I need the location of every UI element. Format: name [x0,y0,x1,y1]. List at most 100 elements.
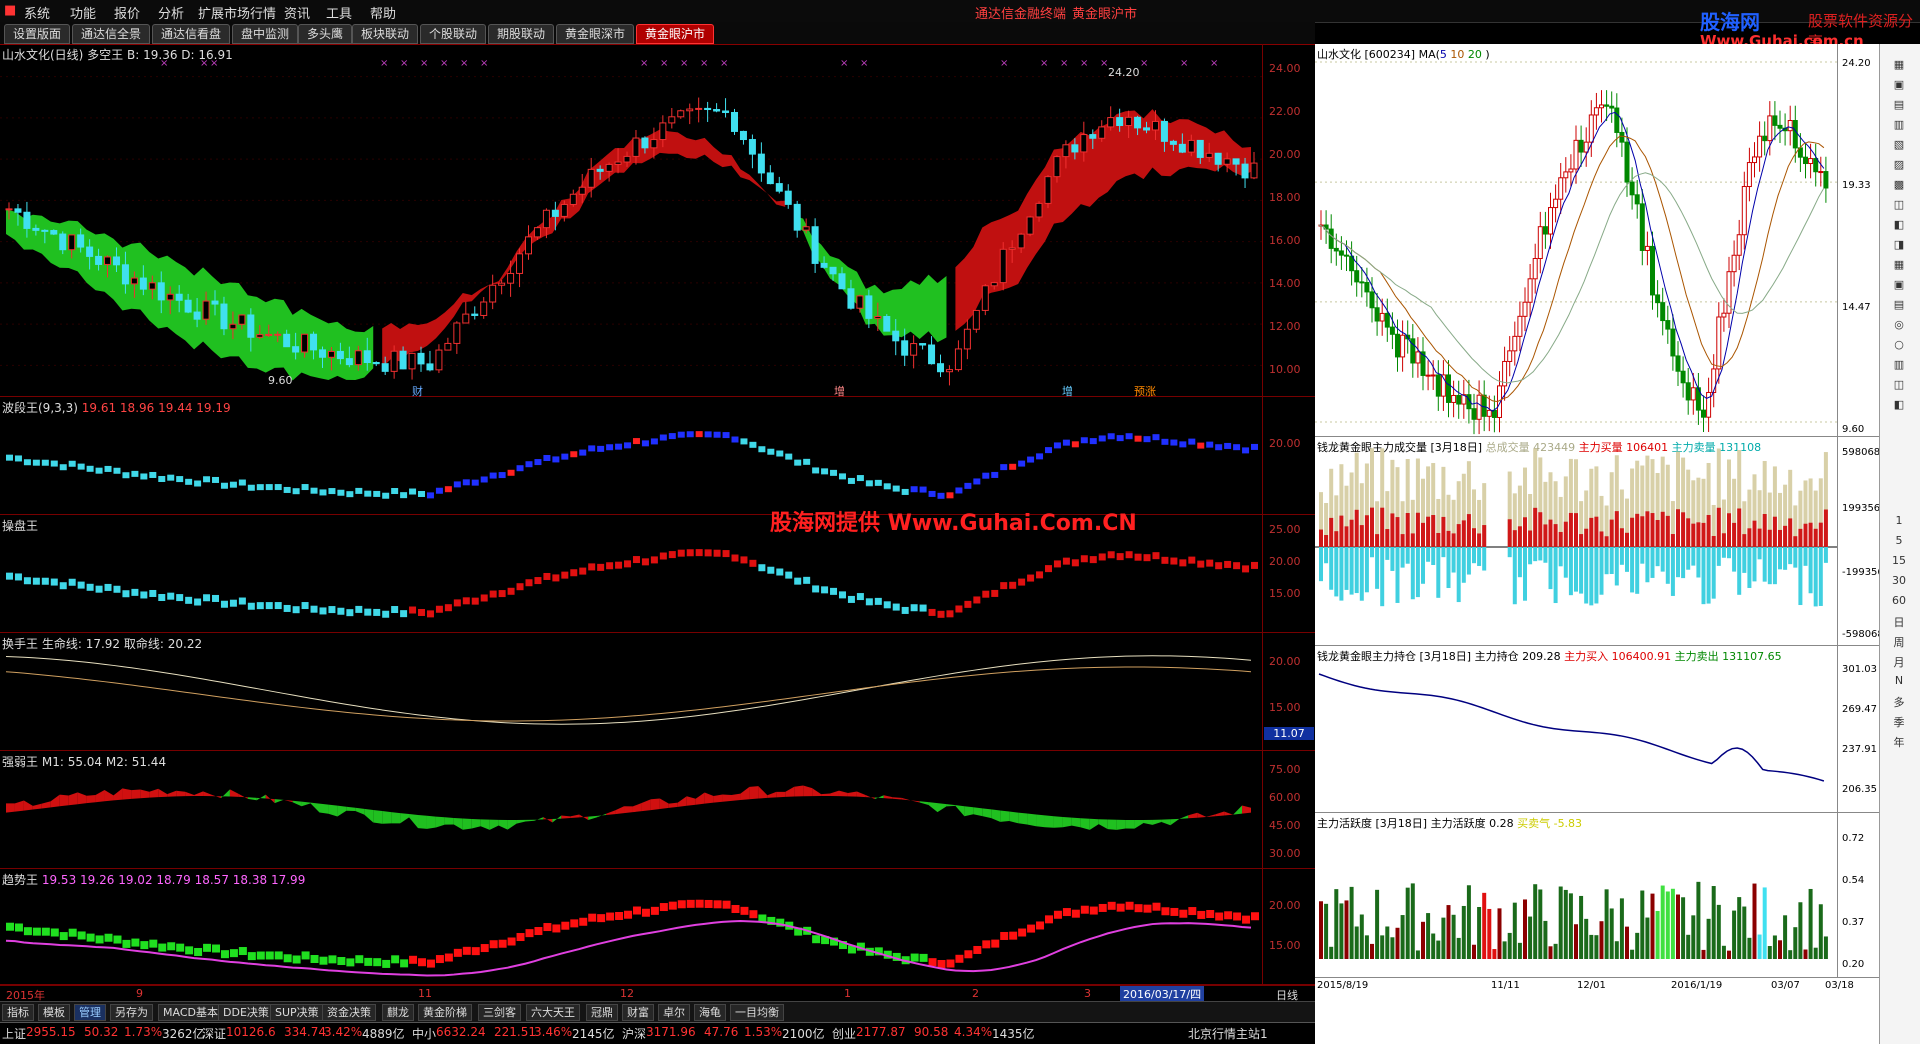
menu-analysis[interactable]: 分析 [158,3,184,22]
toolbar-icon[interactable]: ▩ [1888,178,1910,194]
indicator-block [6,572,13,580]
strength-ribbon [624,806,633,814]
period-button[interactable]: 年 [1888,734,1910,750]
tab-layout-settings[interactable]: 设置版面 [4,24,71,44]
period-button[interactable]: 日 [1888,614,1910,630]
main-kline-panel[interactable]: 山水文化(日线) 多空王 B: 19.36 D: 16.91 × × × × × × × × ×… [0,44,1262,398]
indicator-block [77,581,85,589]
candle-body [498,282,506,286]
menu-help[interactable]: 帮助 [370,3,396,22]
toolbar-icon[interactable]: ▦ [1888,258,1910,274]
indicator-tab[interactable]: 麒龙 [382,1004,414,1021]
axis-tick: 0.37 [1842,917,1865,928]
indicator-tab[interactable]: 卓尔 [658,1004,690,1021]
minute-period-button[interactable]: 5 [1888,534,1910,550]
period-button[interactable]: 月 [1888,654,1910,670]
period-button[interactable]: 周 [1888,634,1910,650]
toolbar-icon[interactable]: ◧ [1888,218,1910,234]
indicator-block [41,459,49,466]
candle-body [1143,127,1151,131]
menu-quote[interactable]: 报价 [114,3,140,22]
minute-period-button[interactable]: 1 [1888,514,1910,530]
index-change: 334.74 [284,1025,326,1039]
indicator-tab[interactable]: SUP决策 [270,1004,324,1021]
indicator-tab[interactable]: MACD基本 [158,1004,223,1021]
strength-ribbon [892,797,902,800]
menu-tools[interactable]: 工具 [326,3,352,22]
app-icon[interactable]: ■ [4,3,16,18]
strength-ribbon [1224,811,1234,816]
tab-golden-eye-sh[interactable]: 黄金眼沪市 [636,24,715,44]
activity-bar [1732,910,1737,959]
toolbar-icon[interactable]: ▤ [1888,98,1910,114]
server-status[interactable]: 北京行情主站1 [1188,1025,1268,1042]
toolbar-icon[interactable]: ▥ [1888,358,1910,374]
period-button[interactable]: 季 [1888,714,1910,730]
tab-bull-eagle[interactable]: 多头鹰 [298,24,353,44]
toolbar-icon[interactable]: ▦ [1888,58,1910,74]
trend-block [194,947,203,956]
period-button[interactable]: 多 [1888,694,1910,710]
menu-system[interactable]: 系统 [24,3,50,22]
indicator-tab[interactable]: 指标 [2,1004,34,1021]
minute-period-button[interactable]: 60 [1888,594,1910,610]
menu-function[interactable]: 功能 [70,3,96,22]
menu-extended-market[interactable]: 扩展市场行情 [198,3,276,22]
indicator-block [1143,436,1151,443]
tab-golden-eye-sz[interactable]: 黄金眼深市 [556,24,635,44]
tab-stock-link[interactable]: 个股联动 [420,24,487,44]
tab-sector-link[interactable]: 板块联动 [352,24,419,44]
toolbar-icon[interactable]: ◫ [1888,198,1910,214]
toolbar-icon[interactable]: ◫ [1888,378,1910,394]
toolbar-icon[interactable]: ▥ [1888,118,1910,134]
period-button[interactable]: N [1888,674,1910,690]
qiangruo-panel[interactable]: 强弱王 M1: 55.04 M2: 51.44 [0,751,1262,869]
trend-block [525,929,534,938]
indicator-tab[interactable]: 六大天王 [526,1004,580,1021]
toolbar-icon[interactable]: ○ [1888,338,1910,354]
activity-panel[interactable]: 主力活跃度 [3月18日] 主力活跃度 0.28 买卖气 -5.83 [1315,813,1837,978]
toolbar-icon[interactable]: ▣ [1888,278,1910,294]
toolbar-icon[interactable]: ▧ [1888,138,1910,154]
indicator-tab[interactable]: 财富 [622,1004,654,1021]
minute-period-button[interactable]: 30 [1888,574,1910,590]
tab-panorama[interactable]: 通达信全景 [72,24,151,44]
indicator-tab[interactable]: 另存为 [110,1004,153,1021]
indicator-tab[interactable]: 海龟 [694,1004,726,1021]
indicator-tab[interactable]: DDE决策 [218,1004,274,1021]
indicator-block [220,482,228,489]
qushi-axis: 20.00 15.00 [1262,869,1315,985]
tab-monitor[interactable]: 盘中监测 [232,24,299,44]
toolbar-icon[interactable]: ▤ [1888,298,1910,314]
buy-volume-bar [1614,511,1619,547]
strength-ribbon [668,802,678,808]
toolbar-icon[interactable]: ◎ [1888,318,1910,334]
tab-futures-link[interactable]: 期股联动 [488,24,555,44]
activity-bar [1334,889,1339,959]
indicator-tab[interactable]: 资金决策 [322,1004,376,1021]
huanshou-panel[interactable]: 换手王 生命线: 17.92 取命线: 20.22 [0,633,1262,751]
toolbar-icon[interactable]: ▣ [1888,78,1910,94]
indicator-tab[interactable]: 三剑客 [478,1004,521,1021]
volume-panel[interactable]: 钱龙黄金眼主力成交量 [3月18日] 总成交量 423449 主力买量 1064… [1315,437,1837,646]
indicator-tab[interactable]: 管理 [74,1004,106,1021]
menu-news[interactable]: 资讯 [284,3,310,22]
trend-block [1044,915,1053,924]
indicator-block [821,586,829,594]
toolbar-icon[interactable]: ▨ [1888,158,1910,174]
bolang-panel[interactable]: 波段王(9,3,3) 19.61 18.96 19.44 19.19 [0,397,1262,515]
toolbar-icon[interactable]: ◧ [1888,398,1910,414]
qushi-panel[interactable]: 趋势王 19.53 19.26 19.02 18.79 18.57 18.38 … [0,869,1262,985]
indicator-tab[interactable]: 一目均衡 [730,1004,784,1021]
trend-block [176,943,185,952]
indicator-tab[interactable]: 模板 [38,1004,70,1021]
trend-block [1080,905,1089,914]
minute-period-button[interactable]: 15 [1888,554,1910,570]
indicator-tab[interactable]: 冠鼎 [586,1004,618,1021]
tab-watch[interactable]: 通达信看盘 [152,24,231,44]
toolbar-icon[interactable]: ◨ [1888,238,1910,254]
indicator-tab[interactable]: 黄金阶梯 [418,1004,472,1021]
mini-kline-panel[interactable]: 山水文化 [600234] MA(5 10 20 ) [1315,44,1837,437]
candle-body [668,116,676,124]
holding-panel[interactable]: 钱龙黄金眼主力持仓 [3月18日] 主力持仓 209.28 主力买入 10640… [1315,646,1837,813]
